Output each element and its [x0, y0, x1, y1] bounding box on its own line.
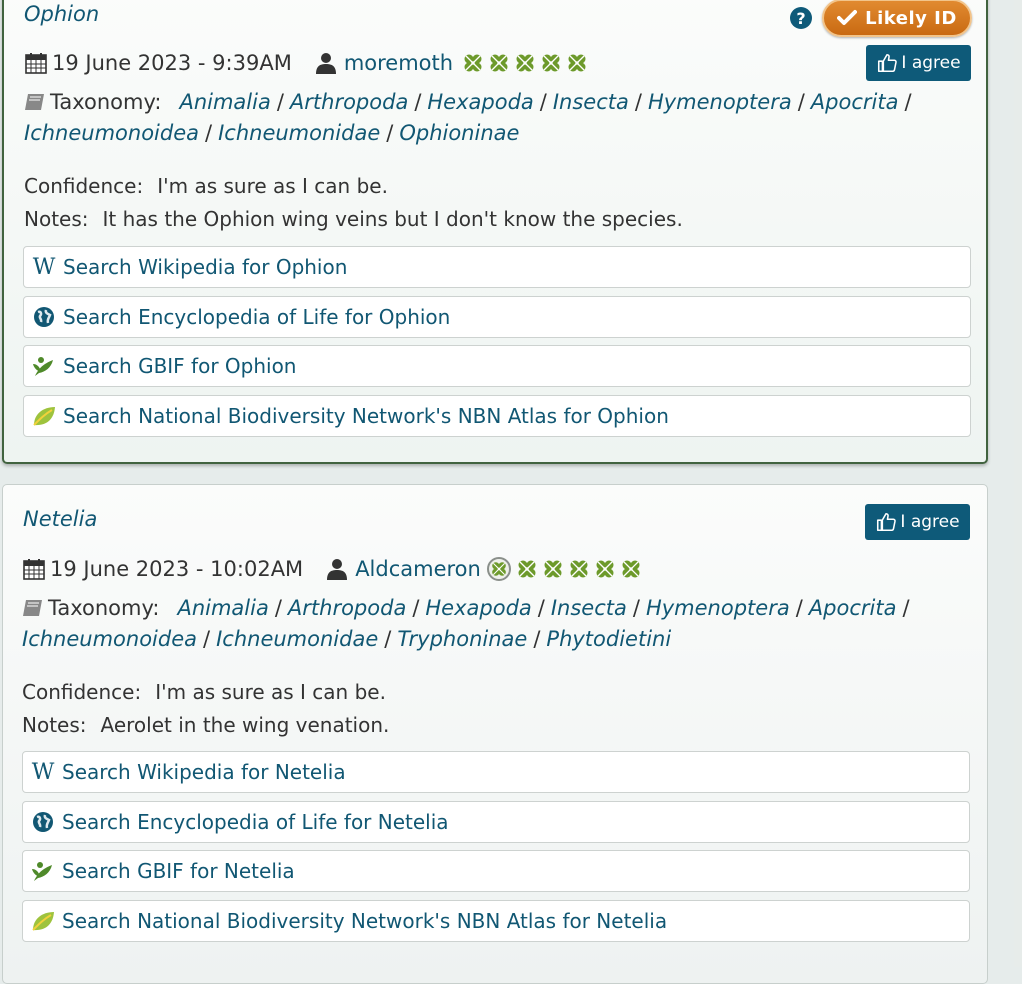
search-eol-button[interactable]: Search Encyclopedia of Life for Netelia — [22, 801, 970, 843]
search-wikipedia-button[interactable]: W Search Wikipedia for Netelia — [22, 751, 970, 793]
notes-value: Aerolet in the wing venation. — [100, 713, 390, 737]
clover-icon — [518, 560, 536, 578]
taxon-link[interactable]: Arthropoda — [290, 90, 408, 114]
notes-value: It has the Ophion wing veins but I don't… — [102, 207, 683, 231]
search-label: Search GBIF for Ophion — [63, 354, 297, 378]
user-link[interactable]: moremoth — [344, 51, 453, 75]
taxon-link[interactable]: Ichneumonoidea — [22, 627, 197, 651]
user-link[interactable]: Aldcameron — [355, 557, 481, 581]
thumbs-up-icon — [878, 53, 898, 73]
clover-icon — [570, 560, 588, 578]
search-nbn-button[interactable]: Search National Biodiversity Network's N… — [22, 900, 970, 942]
likely-id-label: Likely ID — [865, 7, 957, 29]
gbif-icon — [30, 858, 56, 884]
notes-row: Notes: It has the Ophion wing veins but I… — [24, 207, 683, 231]
user-icon — [315, 53, 336, 74]
help-icon[interactable]: ? — [790, 7, 812, 29]
date-text: 19 June 2023 - 10:02AM — [50, 557, 304, 581]
confidence-label: Confidence: — [22, 680, 142, 704]
check-icon — [837, 10, 858, 25]
agree-label: I agree — [901, 53, 961, 73]
confidence-row: Confidence: I'm as sure as I can be. — [24, 174, 388, 198]
clover-rating — [463, 53, 587, 73]
taxon-link[interactable]: Tryphoninae — [397, 627, 527, 651]
clover-icon — [568, 54, 586, 72]
taxonomy-row: Taxonomy: Animalia / Arthropoda / Hexapoda / In… — [22, 596, 910, 651]
search-nbn-button[interactable]: Search National Biodiversity Network's N… — [23, 395, 971, 437]
taxon-link[interactable]: Arthropoda — [288, 596, 406, 620]
notes-row: Notes: Aerolet in the wing venation. — [22, 713, 389, 737]
calendar-icon — [25, 53, 47, 74]
search-eol-button[interactable]: Search Encyclopedia of Life for Ophion — [23, 296, 971, 338]
calendar-icon — [23, 559, 45, 580]
clover-icon — [516, 54, 534, 72]
search-label: Search Encyclopedia of Life for Netelia — [62, 810, 449, 834]
search-label: Search Wikipedia for Ophion — [63, 255, 348, 279]
taxon-link[interactable]: Animalia — [177, 596, 268, 620]
search-label: Search Wikipedia for Netelia — [62, 760, 346, 784]
clover-rating — [486, 557, 641, 581]
likely-id-badge[interactable]: Likely ID — [822, 0, 972, 37]
taxon-link[interactable]: Animalia — [179, 90, 270, 114]
taxon-link[interactable]: Ichneumonidae — [216, 627, 378, 651]
taxonomy-label: Taxonomy: — [50, 90, 162, 114]
taxon-link[interactable]: Ophioninae — [399, 121, 519, 145]
clover-icon — [464, 54, 482, 72]
taxonomy-label: Taxonomy: — [48, 596, 160, 620]
identification-card-netelia: Netelia I agree 19 June 2023 - 10:02AM A… — [2, 484, 988, 984]
taxon-link[interactable]: Ichneumonidae — [218, 121, 380, 145]
notes-label: Notes: — [22, 713, 87, 737]
taxon-link[interactable]: Insecta — [551, 596, 627, 620]
confidence-label: Confidence: — [24, 174, 144, 198]
taxon-link[interactable]: Phytodietini — [546, 627, 671, 651]
meta-row: 19 June 2023 - 10:02AM Aldcameron — [22, 557, 641, 581]
nbn-icon — [31, 403, 57, 429]
search-label: Search Encyclopedia of Life for Ophion — [63, 305, 451, 329]
species-name-link[interactable]: Netelia — [23, 507, 97, 531]
clover-icon — [544, 560, 562, 578]
confidence-row: Confidence: I'm as sure as I can be. — [22, 680, 386, 704]
date-text: 19 June 2023 - 9:39AM — [52, 51, 292, 75]
agree-button[interactable]: I agree — [865, 504, 970, 540]
search-label: Search GBIF for Netelia — [62, 859, 295, 883]
clover-ring-icon — [486, 557, 511, 581]
meta-row: 19 June 2023 - 9:39AM moremoth — [24, 51, 587, 75]
agree-button[interactable]: I agree — [866, 45, 971, 81]
user-icon — [327, 559, 348, 580]
notes-label: Notes: — [24, 207, 89, 231]
taxon-link[interactable]: Apocrita — [811, 90, 899, 114]
taxon-link[interactable]: Hexapoda — [427, 90, 533, 114]
search-wikipedia-button[interactable]: W Search Wikipedia for Ophion — [23, 246, 971, 288]
wikipedia-icon: W — [32, 254, 56, 280]
thumbs-up-icon — [877, 512, 897, 532]
globe-icon — [30, 809, 56, 835]
clover-icon — [596, 560, 614, 578]
book-icon — [25, 94, 44, 110]
taxon-link[interactable]: Ichneumonoidea — [24, 121, 199, 145]
book-icon — [23, 600, 42, 616]
taxon-link[interactable]: Hexapoda — [425, 596, 531, 620]
wikipedia-icon: W — [31, 759, 55, 785]
search-gbif-button[interactable]: Search GBIF for Netelia — [22, 850, 970, 892]
taxon-link[interactable]: Insecta — [553, 90, 629, 114]
species-name-link[interactable]: Ophion — [24, 2, 99, 26]
clover-icon — [622, 560, 640, 578]
taxon-link[interactable]: Hymenoptera — [648, 90, 792, 114]
confidence-value: I'm as sure as I can be. — [155, 680, 386, 704]
identification-card-ophion: Ophion ? Likely ID I agree 19 June 2023 … — [2, 0, 988, 464]
search-label: Search National Biodiversity Network's N… — [63, 404, 669, 428]
nbn-icon — [30, 908, 56, 934]
globe-icon — [31, 304, 57, 330]
clover-icon — [542, 54, 560, 72]
confidence-value: I'm as sure as I can be. — [157, 174, 388, 198]
page-scrollbar[interactable] — [1014, 0, 1022, 967]
clover-icon — [490, 54, 508, 72]
taxon-link[interactable]: Hymenoptera — [646, 596, 790, 620]
agree-label: I agree — [900, 512, 960, 532]
search-gbif-button[interactable]: Search GBIF for Ophion — [23, 345, 971, 387]
gbif-icon — [31, 353, 57, 379]
search-label: Search National Biodiversity Network's N… — [62, 909, 668, 933]
taxon-link[interactable]: Apocrita — [809, 596, 897, 620]
taxonomy-row: Taxonomy: Animalia / Arthropoda / Hexapoda / In… — [24, 90, 912, 145]
